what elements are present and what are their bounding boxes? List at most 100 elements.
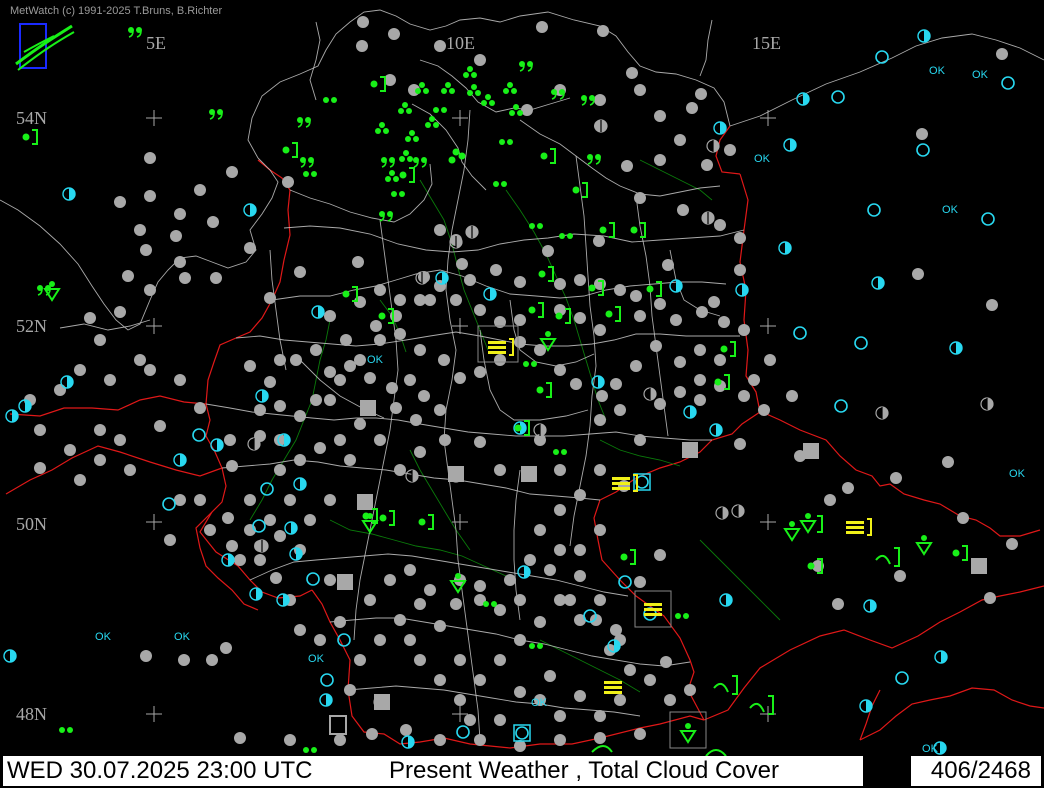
station-overcast-dot (144, 190, 156, 202)
weather-map: OK OK OK OK OK OK OK OK OK OK OK (0, 9, 1044, 757)
station-overcast-dot (334, 434, 346, 446)
fog-bar (488, 341, 506, 344)
station-overcast-dot (748, 374, 760, 386)
rain-dot (441, 107, 447, 113)
station-overcast-dot (310, 394, 322, 406)
fog-bar (846, 521, 864, 524)
station-overcast-dot (370, 320, 382, 332)
boundary-line (249, 553, 629, 597)
station-overcast-dot (634, 84, 646, 96)
station-overcast-dot (764, 354, 776, 366)
station-overcast-dot (244, 360, 256, 372)
station-overcast-dot (404, 634, 416, 646)
rain-dot (445, 82, 451, 88)
station-overcast-dot (490, 264, 502, 276)
boundary-line (283, 225, 745, 253)
station-overcast-dot (660, 656, 672, 668)
recent-bracket (389, 510, 395, 526)
recent-bracket (546, 382, 552, 398)
station-overcast-dot (574, 690, 586, 702)
station-overcast-dot (474, 366, 486, 378)
shower-dot (685, 723, 691, 729)
station-overcast-dot (536, 21, 548, 33)
shower-triangle (915, 542, 933, 556)
border-line (9, 395, 207, 417)
rain-dot (683, 613, 689, 619)
station-overcast-dot (438, 354, 450, 366)
rain-dot (507, 82, 513, 88)
station-overcast-dot (514, 634, 526, 646)
shower-dot (367, 513, 373, 519)
station-overcast-dot (644, 674, 656, 686)
station-overcast-dot (424, 584, 436, 596)
rain-dot (538, 270, 546, 278)
weather-symbols (22, 27, 968, 757)
station-overcast-dot (294, 410, 306, 422)
station-overcast-dot (542, 245, 554, 257)
rain-dot (379, 122, 385, 128)
rain-dot (646, 285, 654, 293)
rain-dot (375, 128, 381, 134)
rain-dot (467, 90, 473, 96)
rain-dot (540, 152, 548, 160)
station-overcast-dot (304, 514, 316, 526)
station-overcast-dot (386, 382, 398, 394)
station-obscured-square (374, 694, 390, 710)
station-overcast-dot (356, 40, 368, 52)
rain-dot (553, 449, 559, 455)
recent-bracket (548, 266, 554, 282)
fog-bar (604, 686, 622, 689)
rain-dot (370, 80, 378, 88)
station-overcast-dot (634, 310, 646, 322)
recent-bracket (428, 514, 434, 530)
station-overcast-dot (650, 340, 662, 352)
station-overcast-dot (942, 456, 954, 468)
station-overcast-dot (364, 372, 376, 384)
rain-dot (59, 727, 65, 733)
station-partly-half (601, 120, 607, 132)
rain-dot (67, 727, 73, 733)
boundary-line (443, 109, 481, 741)
station-overcast-dot (314, 442, 326, 454)
station-overcast-dot (618, 480, 630, 492)
rain-dot (419, 82, 425, 88)
station-overcast-dot (570, 378, 582, 390)
station-overcast-dot (624, 664, 636, 676)
station-overcast-dot (418, 390, 430, 402)
station-overcast-dot (124, 464, 136, 476)
station-overcast-dot (210, 272, 222, 284)
rain-dot (433, 107, 439, 113)
station-overcast-dot (450, 598, 462, 610)
station-overcast-dot (718, 316, 730, 328)
rain-dot (449, 88, 455, 94)
station-overcast-dot (664, 694, 676, 706)
station-overcast-dot (274, 464, 286, 476)
station-overcast-dot (986, 299, 998, 311)
station-overcast-dot (390, 402, 402, 414)
station-overcast-dot (594, 324, 606, 336)
ok-label: OK (922, 743, 939, 755)
rain-dot (499, 139, 505, 145)
station-overcast-dot (394, 614, 406, 626)
station-overcast-dot (254, 404, 266, 416)
station-overcast-dot (357, 16, 369, 28)
fog-arc (875, 554, 891, 565)
fog-bracket (509, 338, 514, 356)
boundary-line (0, 157, 279, 331)
station-overcast-dot (574, 274, 586, 286)
station-overcast-dot (254, 554, 266, 566)
boundary-line (699, 19, 713, 77)
station-overcast-dot (996, 48, 1008, 60)
station-overcast-dot (614, 694, 626, 706)
grid-crosses (146, 110, 776, 722)
station-overcast-dot (374, 284, 386, 296)
station-overcast-dot (324, 574, 336, 586)
station-overcast-dot (474, 674, 486, 686)
station-overcast-dot (414, 294, 426, 306)
station-overcast-dot (630, 290, 642, 302)
station-overcast-dot (234, 732, 246, 744)
recent-bracket (817, 515, 823, 533)
boundary-line (419, 59, 571, 113)
rain-dot (418, 518, 426, 526)
station-overcast-dot (64, 444, 76, 456)
